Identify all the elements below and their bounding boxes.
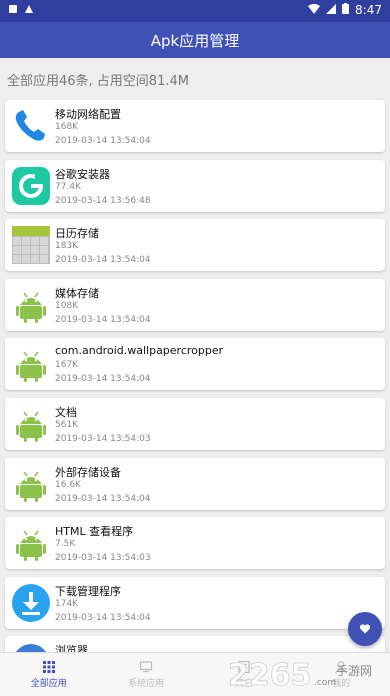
app-size: 561K (55, 420, 78, 430)
android-icon (11, 285, 51, 325)
app-install-date: 2019-03-14 13:56:48 (55, 196, 151, 206)
phone-icon (11, 106, 51, 146)
app-install-date: 2019-03-14 13:54:04 (55, 494, 151, 504)
tab-label-other: 其它 (235, 676, 253, 689)
app-list-item[interactable]: 谷歌安装器77.4K 2019-03-14 13:56:48 (5, 160, 385, 212)
app-list-item[interactable]: 文档561K 2019-03-14 13:54:03 (5, 398, 385, 450)
signal-icon (326, 3, 336, 17)
app-install-date: 2019-03-14 13:54:04 (55, 374, 151, 384)
calendar-storage-icon (11, 225, 51, 265)
app-install-date: 2019-03-14 13:54:04 (55, 255, 151, 265)
app-name: 日历存储 (55, 225, 99, 241)
android-icon (11, 404, 51, 444)
app-name: 外部存储设备 (55, 464, 121, 480)
tab-mine[interactable]: 我的 (293, 653, 390, 696)
favorite-fab[interactable] (348, 612, 382, 646)
app-list-item[interactable]: 日历存储183K 2019-03-14 13:54:04 (5, 219, 385, 271)
google-installer-icon (11, 166, 51, 206)
app-size: 183K (55, 241, 78, 251)
app-name: 下载管理程序 (55, 583, 121, 599)
download-icon (11, 583, 51, 623)
android-icon (11, 523, 51, 563)
tab-label-mine: 我的 (332, 676, 350, 689)
app-bar: Apk应用管理 (0, 22, 390, 58)
app-install-date: 2019-03-14 13:54:04 (55, 136, 151, 146)
tab-other[interactable]: 其它 (195, 653, 293, 696)
app-size: 167K (55, 360, 78, 370)
battery-icon (342, 3, 349, 17)
heart-icon (359, 623, 371, 635)
other-icon (237, 660, 251, 674)
app-install-date: 2019-03-14 13:54:03 (55, 553, 151, 563)
page-title: Apk应用管理 (151, 30, 239, 51)
app-name: HTML 查看程序 (55, 523, 133, 539)
app-name: 移动网络配置 (55, 106, 121, 122)
app-install-date: 2019-03-14 13:54:04 (55, 613, 151, 623)
grid-icon (42, 660, 56, 674)
app-list-item[interactable]: HTML 查看程序7.5K 2019-03-14 13:54:03 (5, 517, 385, 569)
app-name: 媒体存储 (55, 285, 99, 301)
app-list-item[interactable]: 外部存储设备16.6K 2019-03-14 13:54:04 (5, 458, 385, 510)
app-name: 文档 (55, 404, 77, 420)
app-list-item[interactable]: 媒体存储108K 2019-03-14 13:54:04 (5, 279, 385, 331)
app-size: 16.6K (55, 480, 81, 490)
app-size: 108K (55, 301, 78, 311)
app-list-item[interactable]: 下载管理程序174K 2019-03-14 13:54:04 (5, 577, 385, 629)
app-install-date: 2019-03-14 13:54:03 (55, 434, 151, 444)
notification-b-icon (24, 4, 34, 17)
app-list: 移动网络配置168K 2019-03-14 13:54:04 谷歌安装器77.4K 2… (5, 100, 385, 696)
wifi-icon (308, 3, 320, 17)
status-bar: 8:47 (0, 0, 390, 22)
status-time: 8:47 (355, 3, 382, 17)
bottom-nav: 全部应用 系统应用 其它 我的 (0, 652, 390, 696)
monitor-icon (139, 660, 153, 674)
android-icon (11, 344, 51, 384)
user-icon (334, 660, 348, 674)
app-install-date: 2019-03-14 13:54:04 (55, 315, 151, 325)
app-list-item[interactable]: 移动网络配置168K 2019-03-14 13:54:04 (5, 100, 385, 152)
summary-text: 全部应用46条, 占用空间81.4M (7, 70, 189, 89)
app-size: 168K (55, 122, 78, 132)
android-icon (11, 464, 51, 504)
app-size: 174K (55, 599, 78, 609)
status-left (8, 4, 34, 17)
app-name: 谷歌安装器 (55, 166, 110, 182)
tab-label-all-apps: 全部应用 (31, 676, 67, 689)
tab-all-apps[interactable]: 全部应用 (0, 653, 98, 696)
tab-system-apps[interactable]: 系统应用 (98, 653, 196, 696)
tab-label-system-apps: 系统应用 (128, 676, 164, 689)
status-right: 8:47 (308, 3, 382, 17)
app-size: 7.5K (55, 539, 75, 549)
app-name: com.android.wallpapercropper (55, 344, 223, 357)
notification-a-icon (8, 4, 18, 17)
app-list-item[interactable]: com.android.wallpapercropper 167K 2019-03-… (5, 338, 385, 390)
app-size: 77.4K (55, 182, 81, 192)
